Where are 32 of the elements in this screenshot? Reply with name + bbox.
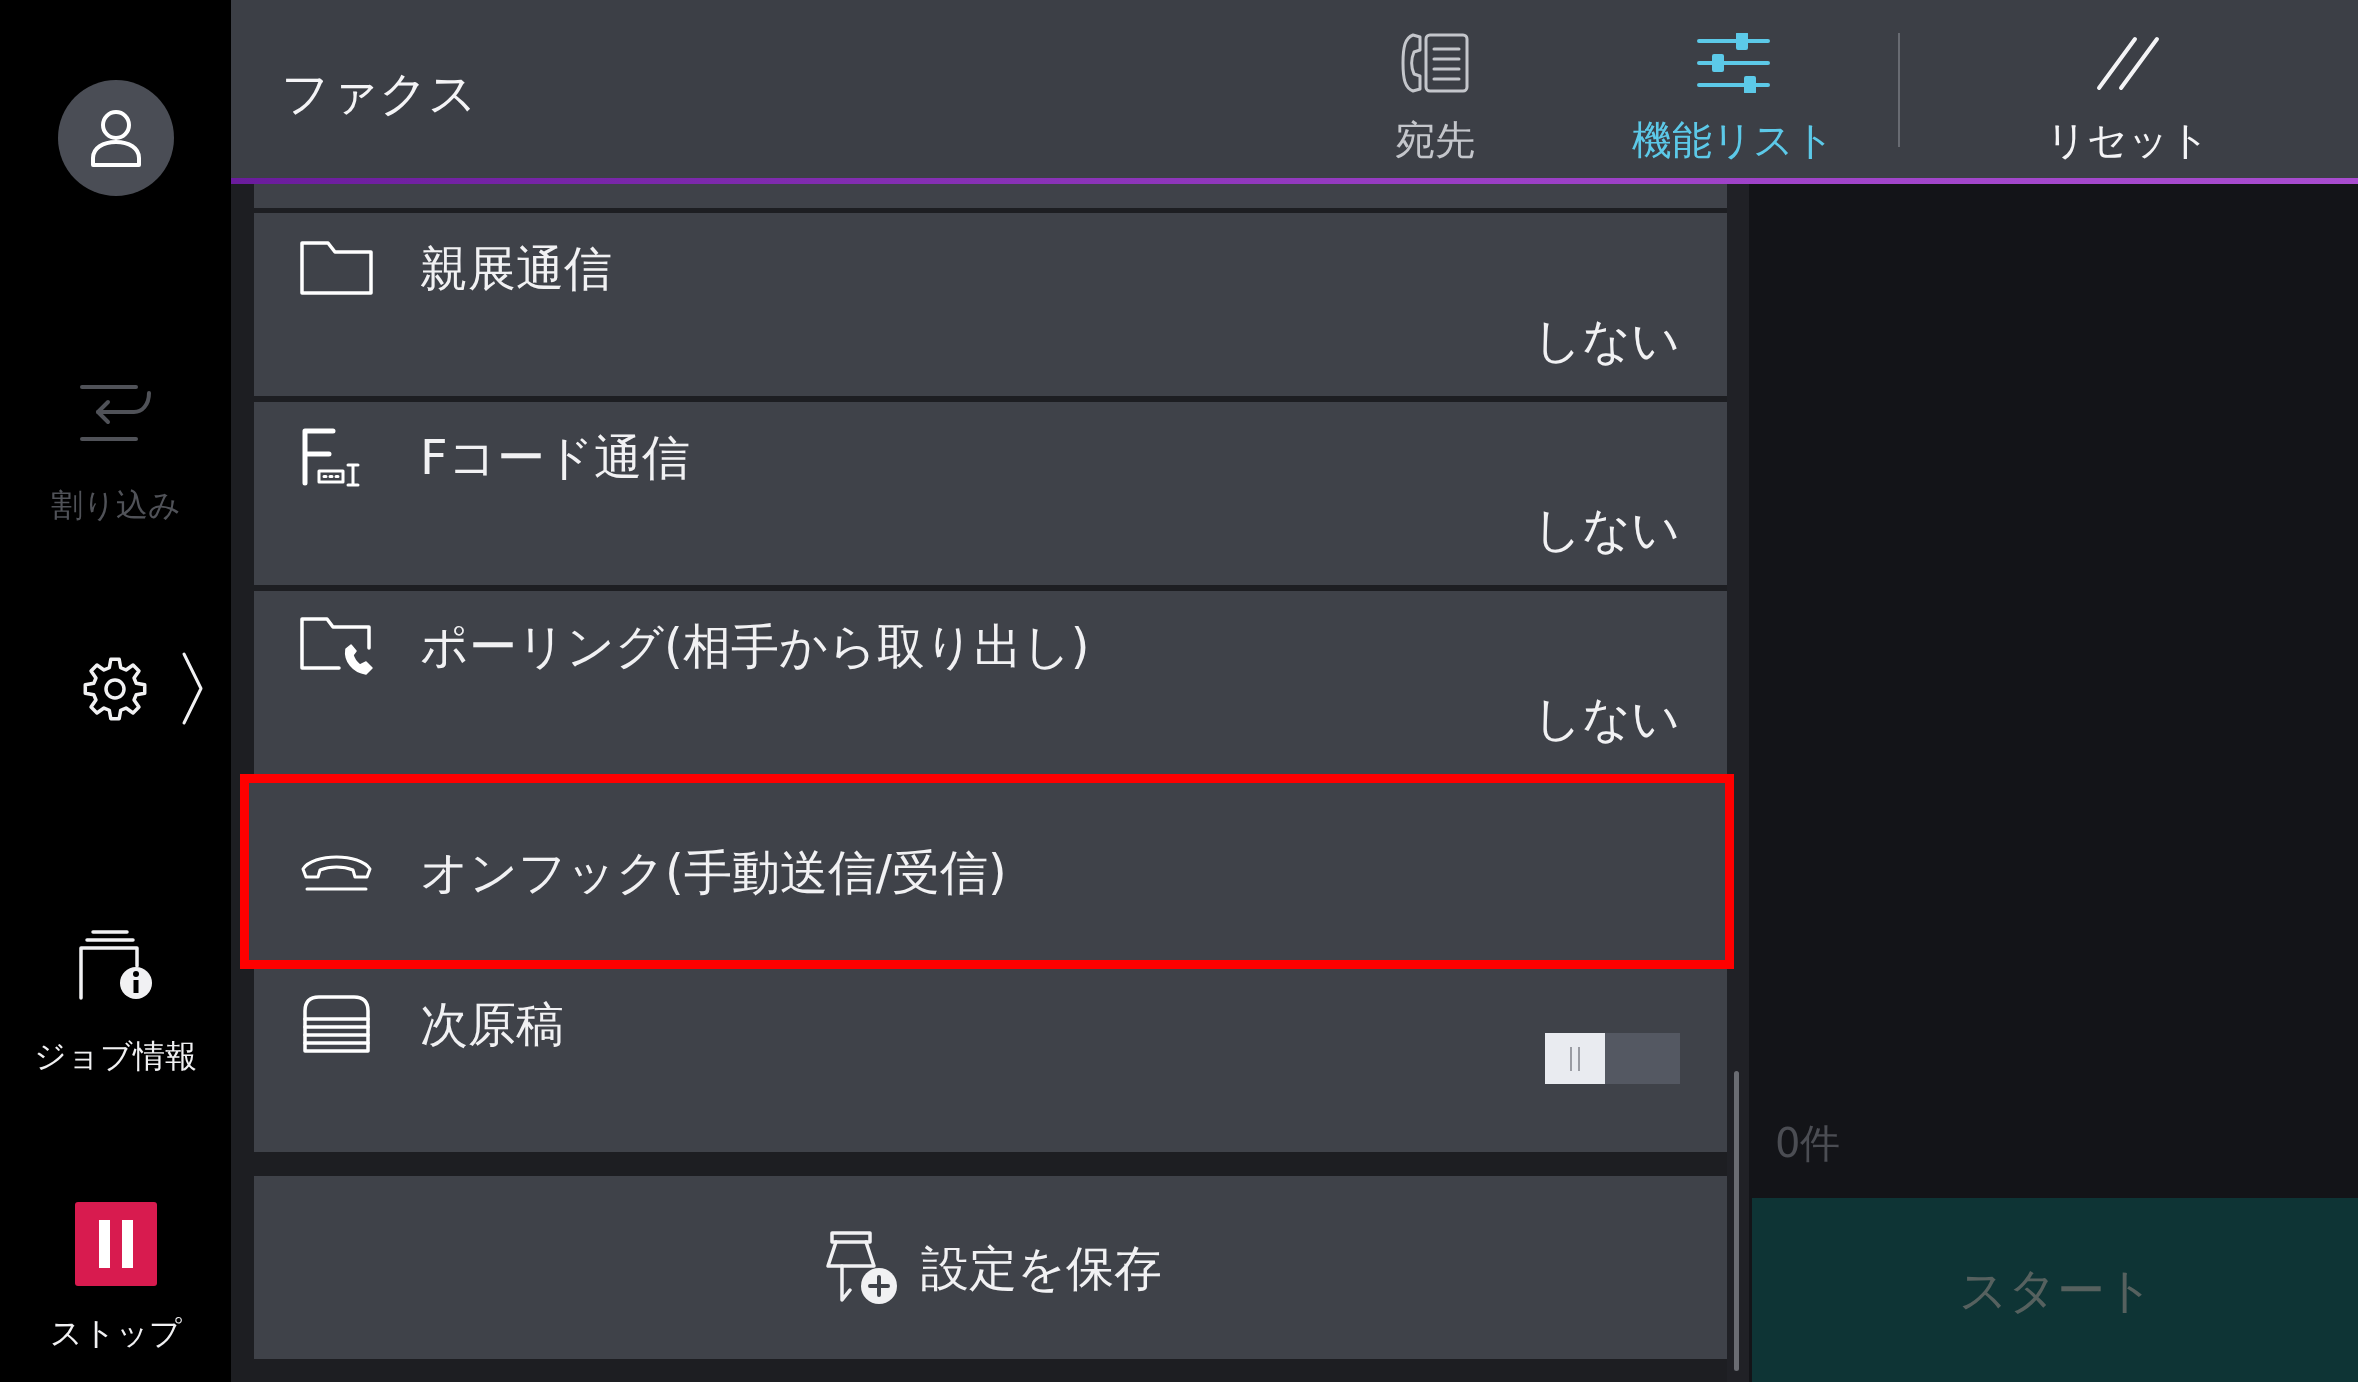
list-item[interactable]: 次原稿 [254,969,1727,1152]
item-label: 親展通信 [420,239,612,298]
job-count: 0件 [1774,1119,1841,1168]
item-value: しない [1533,501,1680,557]
tab[interactable]: 宛先 [1335,0,1535,162]
list-item[interactable]: ポーリング(相手から取り出し) しない [254,591,1727,774]
chevron-icon [181,651,204,726]
list-item[interactable]: 親展通信 しない [254,213,1727,396]
documents-info-icon [77,928,154,1000]
item-value: しない [1533,312,1680,368]
item-label: オンフック(手動送信/受信) [420,842,1007,902]
save-button[interactable]: 設定を保存 [254,1176,1727,1359]
stop-button[interactable]: ストップ [49,1202,182,1353]
item-label: 次原稿 [420,995,564,1054]
item-value: しない [1533,690,1680,746]
reset-button[interactable]: リセット [1998,0,2258,162]
item-label: ポーリング(相手から取り出し) [420,617,1090,676]
tab[interactable]: 機能リスト [1603,0,1863,162]
settings-icon [83,656,147,721]
list-item[interactable]: オンフック(手動送信/受信) [240,774,1734,969]
toggle-switch[interactable] [1545,1033,1680,1084]
screen-title: ファクス [281,64,477,123]
pause-icon [74,1202,157,1286]
sliders-icon [1695,33,1771,93]
folder-icon [299,240,374,296]
item-label: Fコード通信 [420,428,690,487]
settings-button[interactable] [83,651,204,726]
double-slash-icon [2095,35,2161,91]
folder-phone-icon [299,616,374,676]
list-item[interactable]: Fコード通信 しない [254,402,1727,585]
job-info-button[interactable]: ジョブ情報 [34,928,197,1076]
scrollbar[interactable] [1734,1071,1739,1371]
